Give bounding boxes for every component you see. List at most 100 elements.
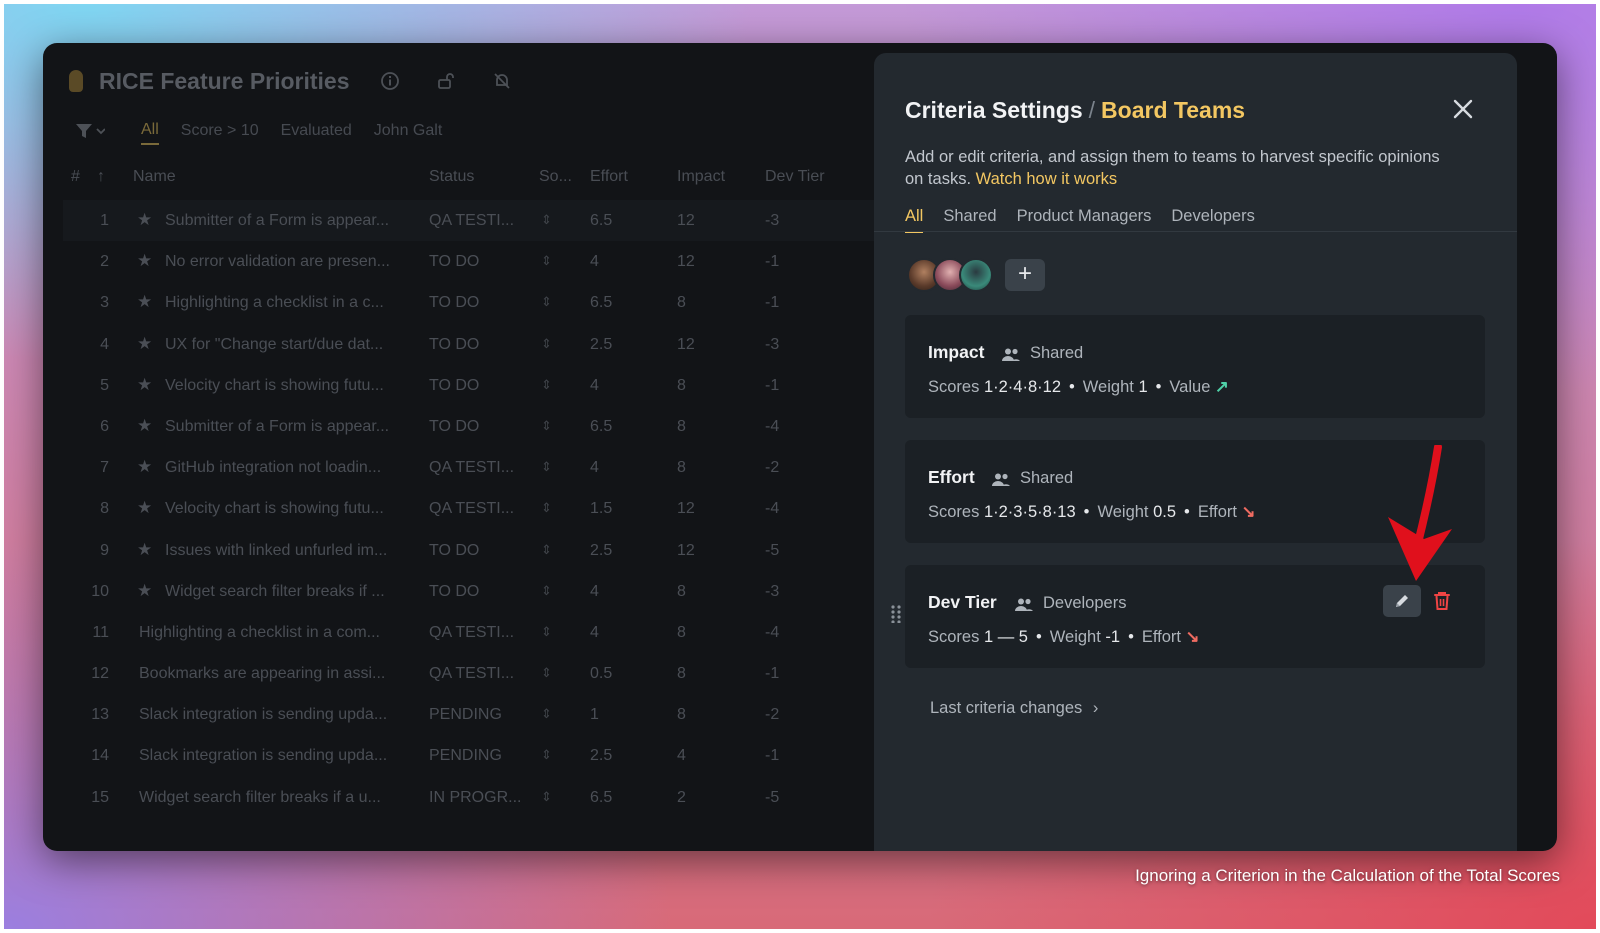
row-status[interactable]: QA TESTI... (429, 624, 529, 642)
star-icon[interactable]: ★ (137, 581, 152, 601)
col-status[interactable]: Status (429, 168, 474, 186)
sort-updown-icon[interactable]: ⇕ (541, 336, 552, 352)
panel-team-link[interactable]: Board Teams (1101, 97, 1245, 123)
row-effort[interactable]: 2.5 (590, 747, 612, 765)
row-effort[interactable]: 6.5 (590, 418, 612, 436)
sort-updown-icon[interactable]: ⇕ (541, 542, 552, 558)
table-row[interactable]: 11 Highlighting a checklist in a com... QA… (63, 612, 893, 653)
tab-developers[interactable]: Developers (1171, 207, 1254, 233)
filter-tab-user[interactable]: John Galt (374, 122, 442, 144)
row-impact[interactable]: 4 (677, 747, 686, 765)
sort-updown-icon[interactable]: ⇕ (541, 583, 552, 599)
row-status[interactable]: PENDING (429, 706, 529, 724)
row-devtier[interactable]: -1 (765, 665, 779, 683)
star-icon[interactable]: ★ (137, 498, 152, 518)
row-devtier[interactable]: -5 (765, 789, 779, 807)
table-row[interactable]: 2 ★ No error validation are presen... TO DO… (63, 241, 893, 282)
row-devtier[interactable]: -2 (765, 706, 779, 724)
row-status[interactable]: TO DO (429, 377, 529, 395)
add-member-button[interactable]: + (1005, 259, 1045, 291)
sort-updown-icon[interactable]: ⇕ (541, 377, 552, 393)
avatar[interactable] (959, 258, 993, 292)
row-status[interactable]: TO DO (429, 294, 529, 312)
row-effort[interactable]: 4 (590, 377, 599, 395)
star-icon[interactable]: ★ (137, 292, 152, 312)
col-num[interactable]: # (71, 168, 80, 186)
row-devtier[interactable]: -4 (765, 624, 779, 642)
row-impact[interactable]: 8 (677, 665, 686, 683)
row-status[interactable]: QA TESTI... (429, 665, 529, 683)
row-status[interactable]: QA TESTI... (429, 212, 529, 230)
sort-updown-icon[interactable]: ⇕ (541, 253, 552, 269)
row-impact[interactable]: 8 (677, 583, 686, 601)
row-devtier[interactable]: -1 (765, 253, 779, 271)
row-devtier[interactable]: -3 (765, 583, 779, 601)
row-effort[interactable]: 1 (590, 706, 599, 724)
sort-updown-icon[interactable]: ⇕ (541, 294, 552, 310)
sort-updown-icon[interactable]: ⇕ (541, 624, 552, 640)
sort-updown-icon[interactable]: ⇕ (541, 789, 552, 805)
table-row[interactable]: 12 Bookmarks are appearing in assi... QA T… (63, 653, 893, 694)
row-status[interactable]: TO DO (429, 583, 529, 601)
row-effort[interactable]: 6.5 (590, 294, 612, 312)
sort-up-icon[interactable]: ↑ (97, 168, 105, 186)
row-impact[interactable]: 8 (677, 377, 686, 395)
row-devtier[interactable]: -3 (765, 336, 779, 354)
star-icon[interactable]: ★ (137, 540, 152, 560)
table-row[interactable]: 4 ★ UX for "Change start/due dat... TO DO ⇕ 2… (63, 324, 893, 365)
table-row[interactable]: 3 ★ Highlighting a checklist in a c... TO D… (63, 282, 893, 323)
row-devtier[interactable]: -2 (765, 459, 779, 477)
table-row[interactable]: 7 ★ GitHub integration not loadin... QA TES… (63, 447, 893, 488)
row-status[interactable]: PENDING (429, 747, 529, 765)
sort-updown-icon[interactable]: ⇕ (541, 747, 552, 763)
bell-off-icon[interactable] (492, 71, 512, 91)
star-icon[interactable]: ★ (137, 334, 152, 354)
row-impact[interactable]: 12 (677, 500, 695, 518)
row-effort[interactable]: 4 (590, 459, 599, 477)
table-row[interactable]: 8 ★ Velocity chart is showing futu... QA TE… (63, 488, 893, 529)
row-effort[interactable]: 2.5 (590, 336, 612, 354)
drag-handle-icon[interactable] (891, 605, 901, 624)
row-status[interactable]: TO DO (429, 336, 529, 354)
star-icon[interactable]: ★ (137, 375, 152, 395)
row-status[interactable]: TO DO (429, 418, 529, 436)
row-impact[interactable]: 12 (677, 336, 695, 354)
row-impact[interactable]: 8 (677, 706, 686, 724)
table-row[interactable]: 13 Slack integration is sending upda... PE… (63, 694, 893, 735)
filter-tab-all[interactable]: All (141, 121, 159, 145)
row-effort[interactable]: 6.5 (590, 789, 612, 807)
tab-shared[interactable]: Shared (943, 207, 996, 233)
row-effort[interactable]: 4 (590, 624, 599, 642)
close-icon[interactable] (1451, 97, 1475, 121)
table-row[interactable]: 9 ★ Issues with linked unfurled im... TO DO… (63, 530, 893, 571)
unlock-icon[interactable] (436, 71, 456, 91)
row-impact[interactable]: 2 (677, 789, 686, 807)
row-impact[interactable]: 12 (677, 253, 695, 271)
row-devtier[interactable]: -4 (765, 418, 779, 436)
row-devtier[interactable]: -1 (765, 294, 779, 312)
filter-tab-evaluated[interactable]: Evaluated (281, 122, 352, 144)
sort-updown-icon[interactable]: ⇕ (541, 500, 552, 516)
sort-updown-icon[interactable]: ⇕ (541, 706, 552, 722)
row-status[interactable]: TO DO (429, 542, 529, 560)
row-devtier[interactable]: -1 (765, 377, 779, 395)
row-status[interactable]: TO DO (429, 253, 529, 271)
table-row[interactable]: 14 Slack integration is sending upda... PE… (63, 735, 893, 776)
row-effort[interactable]: 1.5 (590, 500, 612, 518)
col-impact[interactable]: Impact (677, 168, 725, 186)
star-icon[interactable]: ★ (137, 457, 152, 477)
star-icon[interactable]: ★ (137, 210, 152, 230)
row-effort[interactable]: 0.5 (590, 665, 612, 683)
last-criteria-changes-link[interactable]: Last criteria changes › (930, 699, 1098, 718)
row-status[interactable]: QA TESTI... (429, 500, 529, 518)
row-devtier[interactable]: -3 (765, 212, 779, 230)
row-impact[interactable]: 12 (677, 542, 695, 560)
row-effort[interactable]: 4 (590, 583, 599, 601)
sort-updown-icon[interactable]: ⇕ (541, 459, 552, 475)
row-effort[interactable]: 4 (590, 253, 599, 271)
delete-criterion-button[interactable] (1431, 589, 1453, 613)
star-icon[interactable]: ★ (137, 251, 152, 271)
row-impact[interactable]: 12 (677, 212, 695, 230)
sort-updown-icon[interactable]: ⇕ (541, 212, 552, 228)
row-devtier[interactable]: -4 (765, 500, 779, 518)
